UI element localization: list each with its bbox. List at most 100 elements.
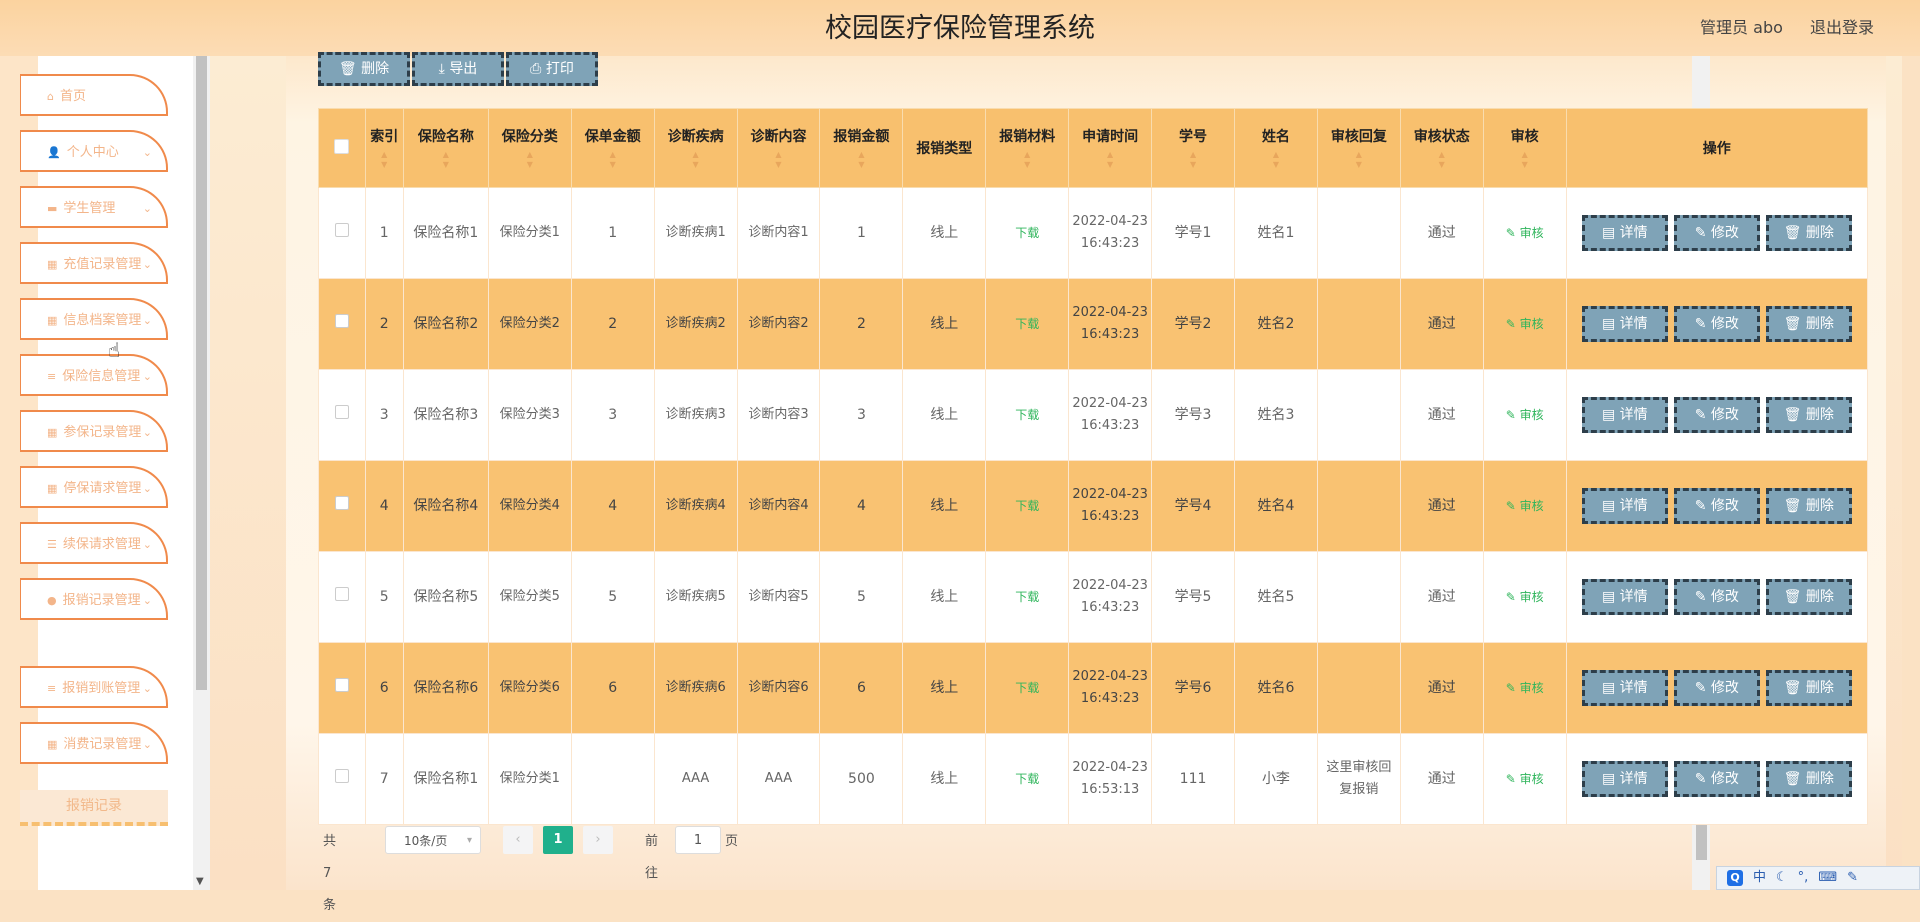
audit-link[interactable]: 审核 bbox=[1520, 681, 1544, 695]
sidebar-item-6[interactable]: ≡ 保险信息管理 ⌄ bbox=[20, 354, 168, 396]
sort-icon[interactable]: ▲ ▼ bbox=[368, 150, 401, 170]
detail-button[interactable]: ▤ 详情 bbox=[1581, 215, 1668, 251]
sort-icon[interactable]: ▲ ▼ bbox=[988, 150, 1066, 170]
table-cell[interactable]: 下载 bbox=[985, 187, 1070, 279]
table-cell[interactable]: 下载 bbox=[985, 733, 1070, 825]
wrench-icon[interactable]: ✎ bbox=[1847, 870, 1858, 885]
print-button[interactable]: ⎙ 打印 bbox=[506, 52, 598, 86]
sidebar-subitem-reimbursement-records[interactable]: 报销记录 bbox=[20, 790, 168, 826]
delete-button[interactable]: 🗑 删除 bbox=[1765, 397, 1852, 433]
sort-icon[interactable]: ▲ ▼ bbox=[1320, 150, 1398, 170]
sidebar-item-1[interactable]: ⌂ 首页 bbox=[20, 74, 168, 116]
audit-link[interactable]: 审核 bbox=[1520, 772, 1544, 786]
table-cell[interactable]: 下载 bbox=[985, 642, 1070, 734]
sidebar-item-5[interactable]: ▦ 信息档案管理 ⌄ bbox=[20, 298, 168, 340]
checkbox[interactable] bbox=[334, 496, 349, 510]
sidebar-scroll-thumb[interactable] bbox=[196, 56, 207, 690]
checkbox[interactable] bbox=[334, 769, 349, 783]
row-select-cell[interactable] bbox=[318, 642, 366, 734]
punctuation-icon[interactable]: °, bbox=[1798, 870, 1809, 885]
column-header[interactable]: 保单金额 ▲ ▼ bbox=[570, 108, 655, 188]
column-header[interactable]: 报销类型 bbox=[902, 108, 987, 188]
column-header[interactable]: 报销材料 ▲ ▼ bbox=[985, 108, 1070, 188]
sidebar-item-7[interactable]: ▦ 参保记录管理 ⌄ bbox=[20, 410, 168, 452]
table-cell[interactable]: 下载 bbox=[985, 278, 1070, 370]
table-cell[interactable]: ✎ 审核 bbox=[1482, 278, 1567, 370]
sidebar-item-10[interactable]: ● 报销记录管理 ⌄ bbox=[20, 578, 168, 620]
sidebar-item-11[interactable]: ≡ 报销到账管理 ⌄ bbox=[20, 666, 168, 708]
ime-toolbar[interactable]: Q 中 ☾ °, ⌨ ✎ bbox=[1716, 866, 1920, 890]
sort-icon[interactable]: ▲ ▼ bbox=[1071, 150, 1149, 170]
goto-page-input[interactable]: 1 bbox=[675, 826, 721, 854]
sidebar-item-9[interactable]: ☰ 续保请求管理 ⌄ bbox=[20, 522, 168, 564]
row-select-cell[interactable] bbox=[318, 733, 366, 825]
sidebar-item-8[interactable]: ▦ 停保请求管理 ⌄ bbox=[20, 466, 168, 508]
detail-button[interactable]: ▤ 详情 bbox=[1581, 488, 1668, 524]
delete-button[interactable]: 🗑 删除 bbox=[1765, 306, 1852, 342]
audit-link[interactable]: 审核 bbox=[1520, 317, 1544, 331]
table-cell[interactable]: 下载 bbox=[985, 551, 1070, 643]
checkbox[interactable] bbox=[334, 678, 349, 692]
delete-button[interactable]: 🗑 删除 bbox=[1765, 488, 1852, 524]
column-header[interactable]: 诊断疾病 ▲ ▼ bbox=[653, 108, 738, 188]
sort-icon[interactable]: ▲ ▼ bbox=[491, 150, 569, 170]
sort-icon[interactable]: ▲ ▼ bbox=[740, 150, 818, 170]
detail-button[interactable]: ▤ 详情 bbox=[1581, 670, 1668, 706]
sidebar-item-4[interactable]: ▦ 充值记录管理 ⌄ bbox=[20, 242, 168, 284]
column-header[interactable]: 诊断内容 ▲ ▼ bbox=[736, 108, 821, 188]
sort-icon[interactable]: ▲ ▼ bbox=[406, 150, 486, 170]
page-1-button[interactable]: 1 bbox=[543, 826, 573, 854]
delete-button[interactable]: 🗑 删除 bbox=[1765, 579, 1852, 615]
delete-button[interactable]: 🗑 删除 bbox=[1765, 670, 1852, 706]
delete-button[interactable]: 🗑 删除 bbox=[1765, 761, 1852, 797]
column-header[interactable]: 索引 ▲ ▼ bbox=[364, 108, 404, 188]
download-link[interactable]: 下载 bbox=[1015, 226, 1039, 240]
column-header[interactable]: 报销金额 ▲ ▼ bbox=[819, 108, 904, 188]
sidebar-item-3[interactable]: ▬ 学生管理 ⌄ bbox=[20, 186, 168, 228]
header-select-all[interactable] bbox=[318, 108, 366, 188]
download-link[interactable]: 下载 bbox=[1015, 499, 1039, 513]
audit-link[interactable]: 审核 bbox=[1520, 499, 1544, 513]
column-header[interactable]: 审核回复 ▲ ▼ bbox=[1316, 108, 1401, 188]
sort-icon[interactable]: ▲ ▼ bbox=[1154, 150, 1232, 170]
audit-link[interactable]: 审核 bbox=[1520, 590, 1544, 604]
edit-button[interactable]: ✎ 修改 bbox=[1673, 579, 1760, 615]
page-size-select[interactable]: 10条/页 ▾ bbox=[385, 826, 481, 854]
edit-button[interactable]: ✎ 修改 bbox=[1673, 670, 1760, 706]
edit-button[interactable]: ✎ 修改 bbox=[1673, 761, 1760, 797]
row-select-cell[interactable] bbox=[318, 278, 366, 370]
sort-icon[interactable]: ▲ ▼ bbox=[1403, 150, 1481, 170]
scroll-down-icon[interactable]: ▼ bbox=[196, 876, 204, 887]
logout-link[interactable]: 退出登录 bbox=[1810, 18, 1874, 37]
download-link[interactable]: 下载 bbox=[1015, 408, 1039, 422]
audit-link[interactable]: 审核 bbox=[1520, 408, 1544, 422]
table-cell[interactable]: ✎ 审核 bbox=[1482, 642, 1567, 734]
column-header[interactable]: 姓名 ▲ ▼ bbox=[1233, 108, 1318, 188]
detail-button[interactable]: ▤ 详情 bbox=[1581, 579, 1668, 615]
sort-icon[interactable]: ▲ ▼ bbox=[657, 150, 735, 170]
checkbox[interactable] bbox=[334, 405, 349, 419]
column-header[interactable]: 学号 ▲ ▼ bbox=[1151, 108, 1235, 188]
edit-button[interactable]: ✎ 修改 bbox=[1673, 215, 1760, 251]
audit-link[interactable]: 审核 bbox=[1520, 226, 1544, 240]
table-cell[interactable]: ✎ 审核 bbox=[1482, 460, 1567, 552]
ime-lang[interactable]: 中 bbox=[1753, 870, 1766, 885]
keyboard-icon[interactable]: ⌨ bbox=[1818, 870, 1837, 885]
moon-icon[interactable]: ☾ bbox=[1776, 870, 1788, 885]
detail-button[interactable]: ▤ 详情 bbox=[1581, 397, 1668, 433]
edit-button[interactable]: ✎ 修改 bbox=[1673, 306, 1760, 342]
row-select-cell[interactable] bbox=[318, 187, 366, 279]
table-cell[interactable]: ✎ 审核 bbox=[1482, 369, 1567, 461]
table-cell[interactable]: 下载 bbox=[985, 460, 1070, 552]
edit-button[interactable]: ✎ 修改 bbox=[1673, 488, 1760, 524]
checkbox[interactable] bbox=[334, 587, 349, 601]
edit-button[interactable]: ✎ 修改 bbox=[1673, 397, 1760, 433]
delete-button[interactable]: 🗑 删除 bbox=[1765, 215, 1852, 251]
table-cell[interactable]: ✎ 审核 bbox=[1482, 733, 1567, 825]
checkbox[interactable] bbox=[334, 314, 349, 328]
detail-button[interactable]: ▤ 详情 bbox=[1581, 306, 1668, 342]
table-cell[interactable]: ✎ 审核 bbox=[1482, 187, 1567, 279]
checkbox[interactable] bbox=[334, 138, 350, 154]
sort-icon[interactable]: ▲ ▼ bbox=[1237, 150, 1315, 170]
row-select-cell[interactable] bbox=[318, 369, 366, 461]
